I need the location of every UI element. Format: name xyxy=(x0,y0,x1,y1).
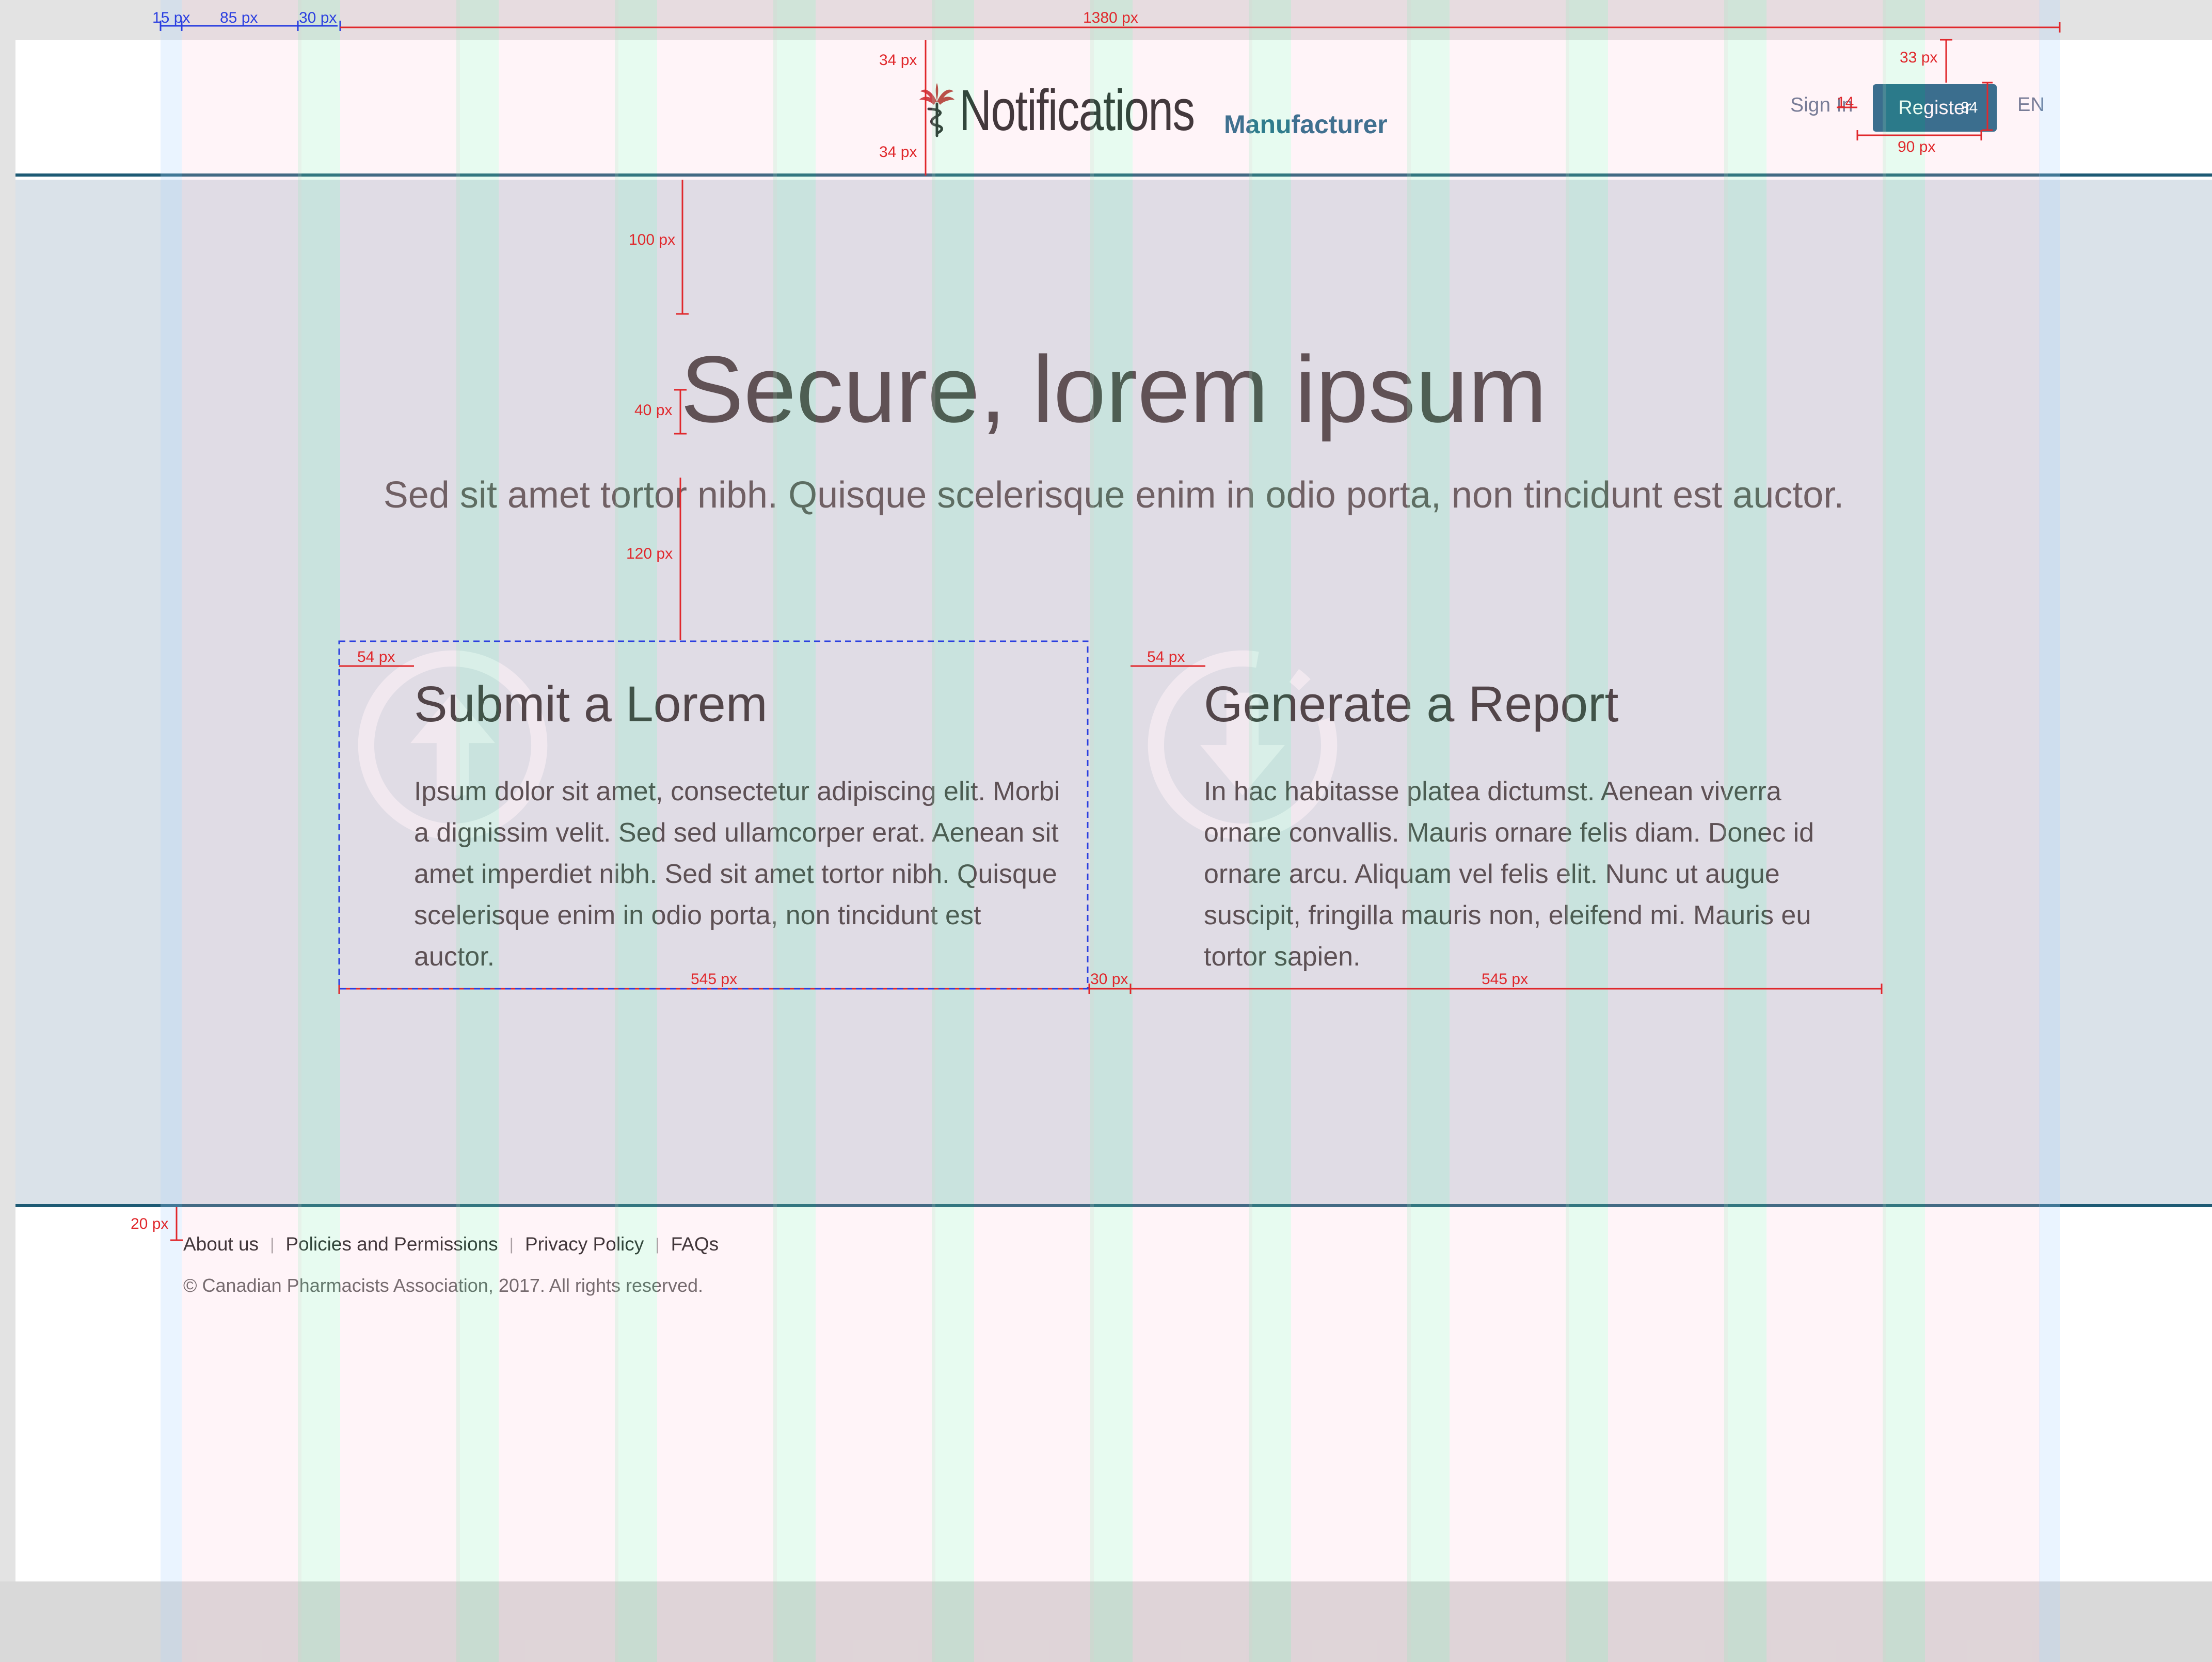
measure-column-label: 85 px xyxy=(220,9,258,26)
report-card[interactable]: Generate a Report In hac habitasse plate… xyxy=(1129,650,1898,1021)
language-switch-link[interactable]: EN xyxy=(2017,94,2045,116)
footer-separator: | xyxy=(655,1234,660,1254)
footer-link-faqs[interactable]: FAQs xyxy=(671,1233,719,1255)
footer-separator: | xyxy=(509,1234,514,1254)
measure-gap-label: 30 px xyxy=(299,9,337,26)
hero-headline: Secure, lorem ipsum xyxy=(680,336,1547,442)
site-header: Notifications Manufacturer Sign In Regis… xyxy=(15,40,2212,177)
footer-links: About us | Policies and Permissions | Pr… xyxy=(183,1233,719,1255)
caduceus-logo-icon xyxy=(919,83,954,137)
page-canvas: Notifications Manufacturer Sign In Regis… xyxy=(15,40,2212,1581)
brand-title: Notifications xyxy=(959,78,1195,143)
measure-gutter-label: 15 px xyxy=(152,9,190,26)
footer-link-about[interactable]: About us xyxy=(183,1233,259,1255)
hero-tagline: Sed sit amet tortor nibh. Quisque sceler… xyxy=(383,474,1844,516)
report-card-description: In hac habitasse platea dictumst. Aenean… xyxy=(1204,777,1815,972)
sign-in-link[interactable]: Sign In xyxy=(1790,94,1853,117)
submit-card-title: Submit a Lorem xyxy=(414,676,768,732)
hero-section: Secure, lorem ipsum Sed sit amet tortor … xyxy=(15,180,2212,1207)
submit-card[interactable]: Submit a Lorem Ipsum dolor sit amet, con… xyxy=(339,650,1108,1021)
canvas-bottom-band xyxy=(0,1581,2212,1662)
submit-card-description: Ipsum dolor sit amet, consectetur adipis… xyxy=(414,777,1060,972)
brand-subtitle: Manufacturer xyxy=(1224,110,1388,139)
report-card-title: Generate a Report xyxy=(1204,676,1619,732)
copyright-text: © Canadian Pharmacists Association, 2017… xyxy=(183,1275,704,1296)
footer-separator: | xyxy=(270,1234,275,1254)
footer-link-privacy[interactable]: Privacy Policy xyxy=(525,1233,644,1255)
site-footer: About us | Policies and Permissions | Pr… xyxy=(15,1210,2212,1581)
measure-container-label: 1380 px xyxy=(1083,9,1138,26)
register-button[interactable]: Register xyxy=(1873,84,1997,132)
footer-link-policies[interactable]: Policies and Permissions xyxy=(285,1233,498,1255)
